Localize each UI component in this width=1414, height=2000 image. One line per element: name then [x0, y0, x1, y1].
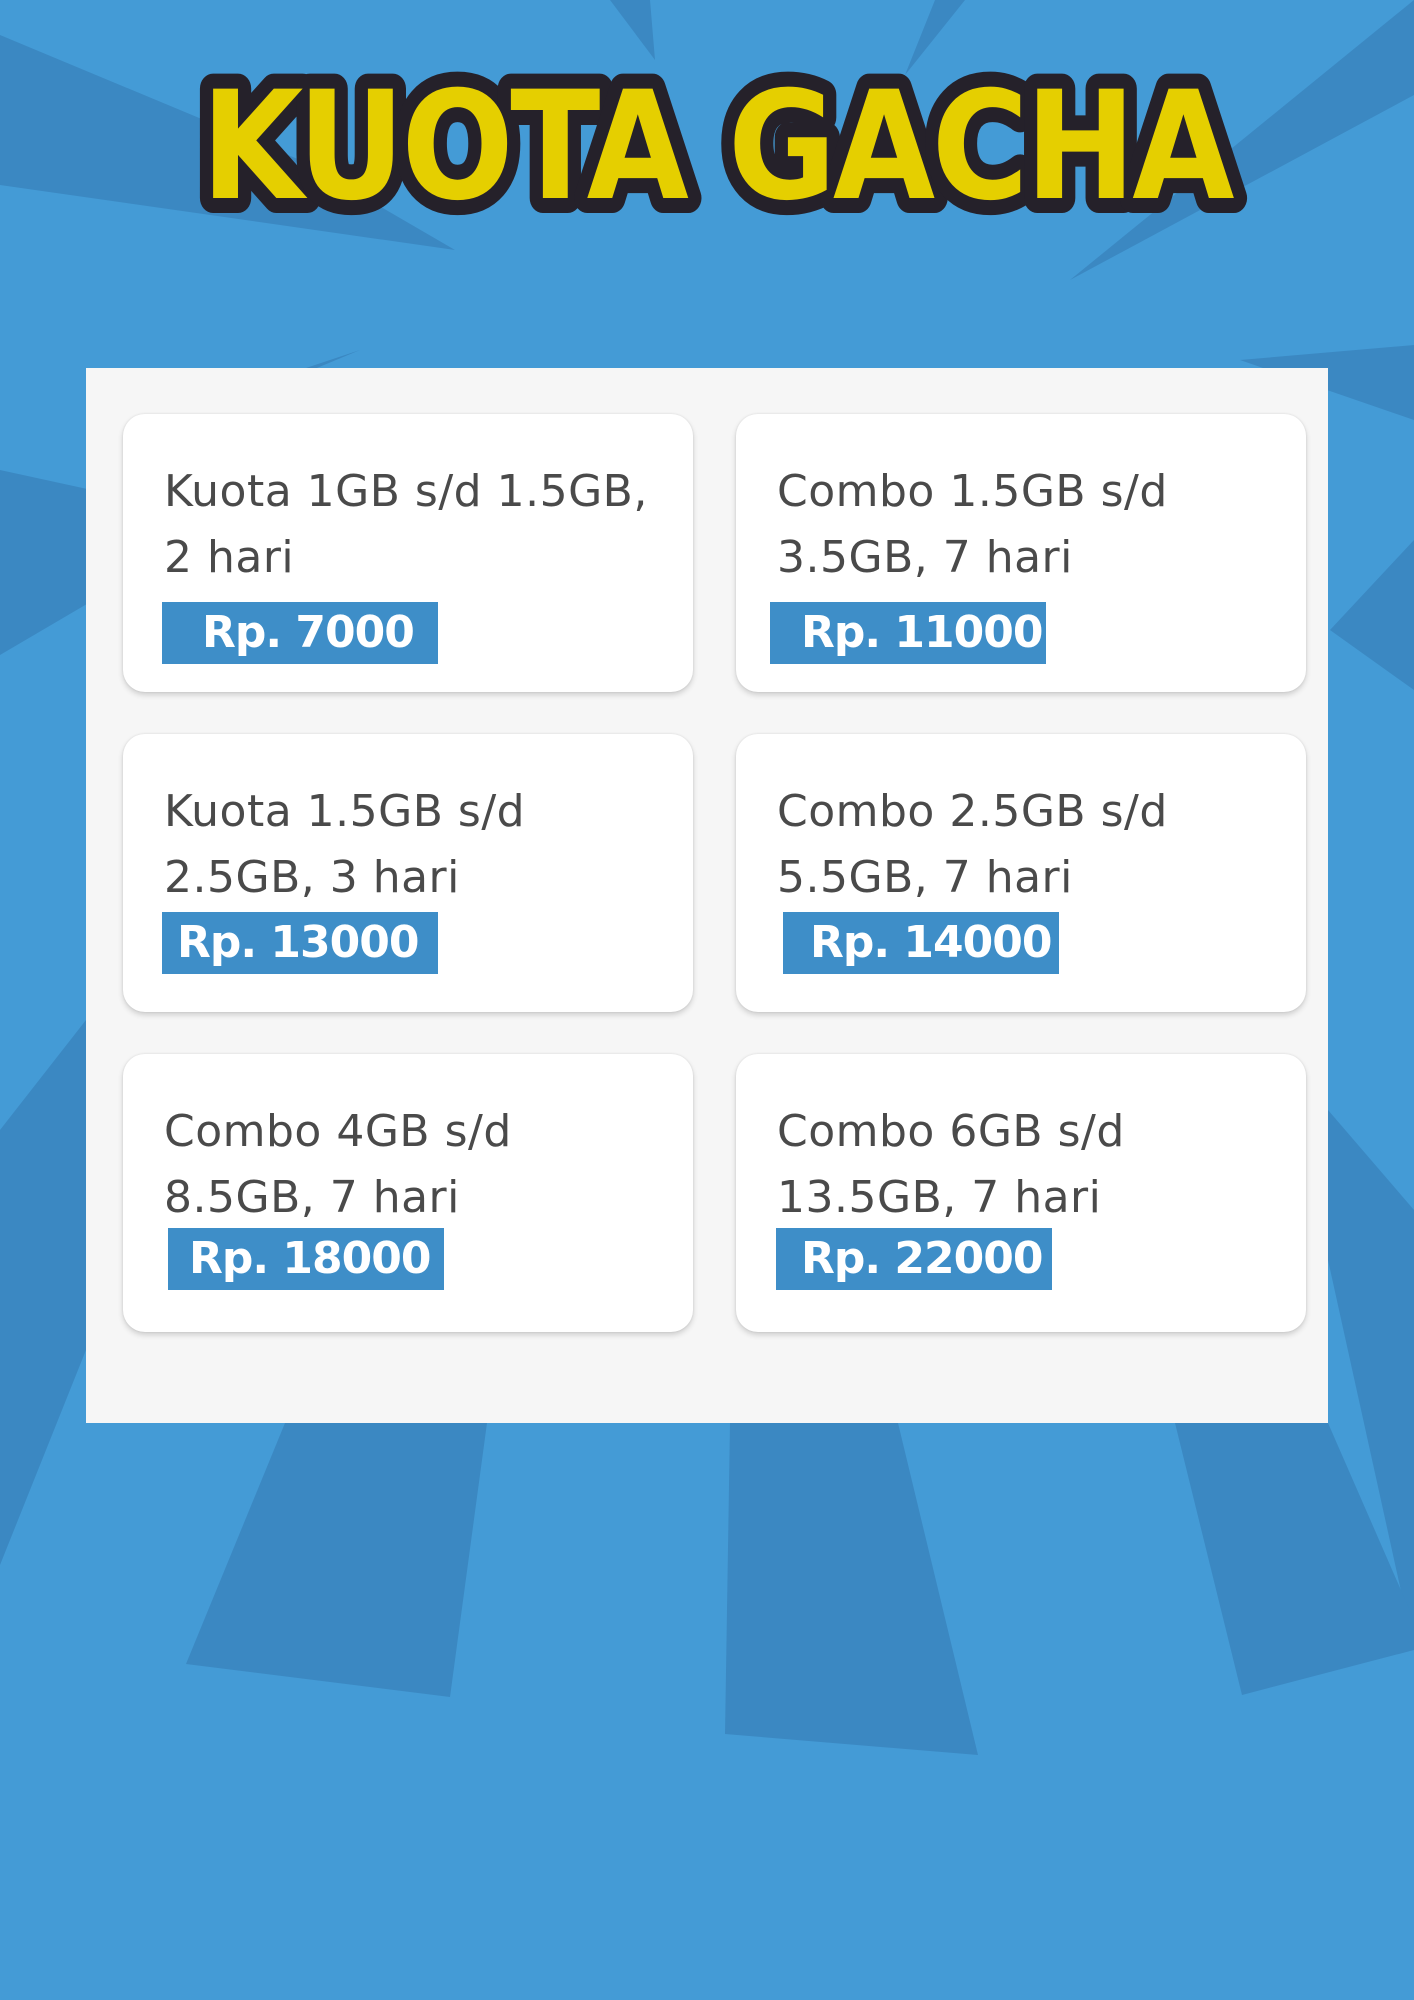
ray [186, 1423, 487, 1697]
package-description-line2: 8.5GB, 7 hari [164, 1172, 460, 1223]
package-card-5[interactable]: Combo 4GB s/d 8.5GB, 7 hari Rp. 18000 [123, 1054, 693, 1332]
package-description-line2: 3.5GB, 7 hari [777, 532, 1073, 583]
package-description: Combo 1.5GB s/d 3.5GB, 7 hari [777, 459, 1287, 591]
package-card-2[interactable]: Combo 1.5GB s/d 3.5GB, 7 hari Rp. 11000 [736, 414, 1306, 692]
package-description: Combo 4GB s/d 8.5GB, 7 hari [164, 1099, 674, 1231]
price-tag: Rp. 14000 [783, 912, 1059, 974]
package-description: Kuota 1.5GB s/d 2.5GB, 3 hari [164, 779, 674, 911]
package-card-4[interactable]: Combo 2.5GB s/d 5.5GB, 7 hari Rp. 14000 [736, 734, 1306, 1012]
package-description-line1: Kuota 1GB s/d 1.5GB, [164, 466, 648, 517]
package-description: Combo 2.5GB s/d 5.5GB, 7 hari [777, 779, 1287, 911]
package-panel: Kuota 1GB s/d 1.5GB, 2 hari Rp. 7000 Com… [86, 368, 1328, 1423]
page-title-fill: KUOTA GACHA [201, 60, 1234, 228]
price-tag: Rp. 18000 [168, 1228, 444, 1290]
package-card-1[interactable]: Kuota 1GB s/d 1.5GB, 2 hari Rp. 7000 [123, 414, 693, 692]
price-tag: Rp. 22000 [776, 1228, 1052, 1290]
price-tag: Rp. 7000 [162, 602, 438, 664]
package-description-line2: 5.5GB, 7 hari [777, 852, 1073, 903]
package-card-3[interactable]: Kuota 1.5GB s/d 2.5GB, 3 hari Rp. 13000 [123, 734, 693, 1012]
price-tag: Rp. 13000 [162, 912, 438, 974]
package-description-line1: Combo 1.5GB s/d [777, 466, 1168, 517]
package-description: Combo 6GB s/d 13.5GB, 7 hari [777, 1099, 1287, 1231]
package-card-6[interactable]: Combo 6GB s/d 13.5GB, 7 hari Rp. 22000 [736, 1054, 1306, 1332]
ray [0, 1020, 86, 1565]
ray [725, 1423, 978, 1755]
package-description-line1: Kuota 1.5GB s/d [164, 786, 526, 837]
package-description-line2: 13.5GB, 7 hari [777, 1172, 1102, 1223]
package-description-line1: Combo 6GB s/d [777, 1106, 1125, 1157]
price-tag: Rp. 11000 [770, 602, 1046, 664]
package-description: Kuota 1GB s/d 1.5GB, 2 hari [164, 459, 674, 591]
package-description-line1: Combo 4GB s/d [164, 1106, 512, 1157]
package-description-line2: 2 hari [164, 532, 295, 583]
package-description-line1: Combo 2.5GB s/d [777, 786, 1168, 837]
page-title: KUOTA GACHA KUOTA GACHA [186, 48, 1253, 228]
ray [1330, 540, 1414, 690]
package-description-line2: 2.5GB, 3 hari [164, 852, 460, 903]
